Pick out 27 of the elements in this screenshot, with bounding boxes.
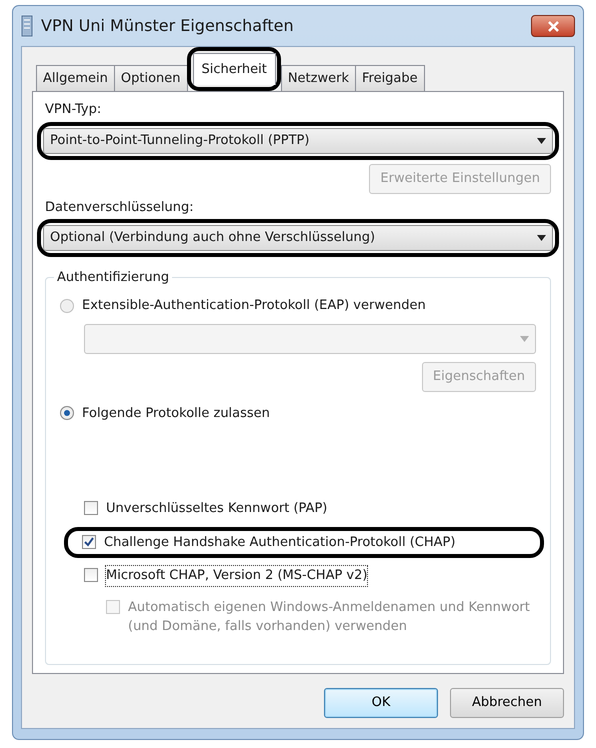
tab[interactable]: Freigabe bbox=[354, 64, 425, 91]
dropdown-caret-icon bbox=[537, 138, 546, 144]
tab[interactable]: Allgemein bbox=[36, 64, 115, 91]
network-icon bbox=[21, 15, 33, 37]
radio-button[interactable] bbox=[60, 406, 74, 420]
radio-label[interactable]: Folgende Protokolle zulassen bbox=[82, 404, 270, 423]
dialog-button[interactable]: Abbrechen bbox=[450, 688, 564, 718]
checkbox[interactable] bbox=[84, 568, 98, 582]
dropdown-caret-icon bbox=[537, 235, 546, 241]
tab[interactable]: Sicherheit bbox=[192, 52, 276, 85]
checkmark-icon bbox=[84, 536, 94, 546]
dialog-button[interactable]: OK bbox=[324, 688, 438, 718]
checkbox[interactable] bbox=[84, 501, 98, 515]
tab[interactable]: Optionen bbox=[114, 64, 188, 91]
checkbox-label[interactable]: Challenge Handshake Authentication-Protokoll (CHAP) bbox=[104, 532, 456, 552]
field-label: VPN-Typ: bbox=[45, 101, 102, 119]
checkbox-label[interactable]: Microsoft CHAP, Version 2 (MS-CHAP v2) bbox=[106, 566, 368, 586]
dropdown[interactable]: Point-to-Point-Tunneling-Protokoll (PPTP) bbox=[43, 128, 553, 154]
checkbox-label[interactable]: Unverschlüsseltes Kennwort (PAP) bbox=[106, 499, 328, 518]
dropdown[interactable]: Optional (Verbindung auch ohne Verschlüsselung) bbox=[43, 225, 553, 251]
field-label: Datenverschlüsselung: bbox=[45, 198, 195, 216]
tab[interactable]: Netzwerk bbox=[280, 64, 356, 91]
dropdown-caret-icon bbox=[520, 336, 529, 342]
checkbox[interactable] bbox=[82, 534, 96, 548]
close-icon bbox=[548, 20, 558, 32]
close-button[interactable] bbox=[531, 15, 575, 37]
window-title: VPN Uni Münster Eigenschaften bbox=[41, 15, 295, 37]
